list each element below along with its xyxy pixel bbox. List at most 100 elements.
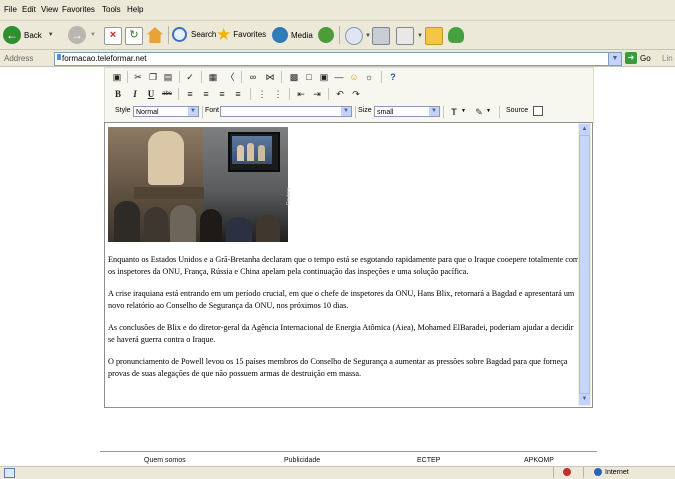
back-button[interactable]: ← Back ▼ — [3, 26, 54, 44]
font-dropdown-icon: ▼ — [341, 107, 351, 116]
folder-button[interactable] — [425, 27, 443, 45]
mail-icon — [345, 27, 363, 45]
align-center-icon[interactable]: ≡ — [200, 88, 212, 100]
refresh-button[interactable]: ↻ — [125, 27, 143, 45]
paste-icon[interactable]: ▤ — [162, 71, 174, 83]
messenger-button[interactable] — [448, 27, 464, 43]
justify-icon[interactable]: ≡ — [232, 88, 244, 100]
redo-icon[interactable]: ↷ — [350, 88, 362, 100]
zone-label: Internet — [605, 469, 629, 476]
menu-bar: File Edit View Favorites Tools Help — [0, 0, 675, 21]
spellcheck-icon[interactable]: ✓ — [184, 71, 196, 83]
italic-icon[interactable]: I — [129, 88, 141, 100]
link-icon[interactable]: ∞ — [247, 71, 259, 83]
text-color-dropdown-icon[interactable]: ▼ — [461, 108, 466, 114]
save-icon[interactable]: ▣ — [111, 71, 123, 83]
help-icon[interactable]: ? — [387, 71, 399, 83]
form-icon[interactable]: ▣ — [318, 71, 330, 83]
back-label: Back — [24, 30, 42, 40]
copy-icon[interactable]: ❐ — [147, 71, 159, 83]
image-icon[interactable]: ▩ — [288, 71, 300, 83]
status-divider — [583, 467, 584, 478]
standard-toolbar — [0, 21, 675, 50]
media-label: Media — [291, 30, 313, 40]
footer-link-publicidade[interactable]: Publicidade — [284, 457, 320, 464]
footer-link-ectep[interactable]: ECTEP — [417, 457, 440, 464]
strikethrough-icon[interactable]: abc — [161, 88, 173, 100]
align-right-icon[interactable]: ≡ — [216, 88, 228, 100]
size-label: Size — [358, 107, 372, 114]
unlink-icon[interactable]: ⋈ — [264, 71, 276, 83]
favorites-star-icon: ★ — [216, 25, 232, 44]
article-paragraph: A crise iraquiana está entrando em um pe… — [108, 289, 575, 310]
background-color-icon[interactable]: ✎ — [473, 106, 485, 118]
menu-file[interactable]: File — [4, 5, 17, 14]
media-button[interactable]: Media — [272, 27, 313, 43]
indent-icon[interactable]: ⇥ — [311, 88, 323, 100]
insert-table-icon[interactable]: □ — [303, 71, 315, 83]
toolbar-divider — [443, 106, 444, 118]
menu-help[interactable]: Help — [127, 5, 143, 14]
favorites-label: Favorites — [233, 30, 267, 39]
eraser-icon[interactable]: 〈 — [224, 71, 236, 83]
toolbar-divider — [355, 106, 356, 118]
toolbar-divider — [289, 88, 290, 100]
internet-zone-icon — [594, 468, 602, 476]
size-select[interactable]: small ▼ — [374, 106, 440, 117]
outdent-icon[interactable]: ⇤ — [295, 88, 307, 100]
search-label: Search — [191, 30, 217, 39]
bullet-list-icon[interactable]: ⋮ — [272, 88, 284, 100]
go-icon[interactable]: ➜ — [625, 52, 637, 64]
toolbar-divider — [201, 71, 202, 83]
toolbar-divider — [202, 106, 203, 118]
search-button[interactable]: Search — [172, 27, 216, 42]
special-char-icon[interactable]: ☼ — [363, 71, 375, 83]
footer-link-quem-somos[interactable]: Quem somos — [144, 457, 186, 464]
print-button[interactable] — [372, 27, 390, 45]
scroll-up-icon[interactable]: ▲ — [579, 124, 590, 135]
go-label[interactable]: Go — [640, 54, 651, 63]
toolbar-divider — [381, 71, 382, 83]
scroll-down-icon[interactable]: ▼ — [579, 394, 590, 405]
table-icon[interactable]: ▦ — [207, 71, 219, 83]
menu-edit[interactable]: Edit — [22, 5, 36, 14]
smiley-icon[interactable]: ☺ — [348, 71, 360, 83]
refresh-icon: ↻ — [125, 27, 143, 45]
horizontal-rule-icon[interactable]: — — [333, 71, 345, 83]
menu-view[interactable]: View — [41, 5, 58, 14]
bold-icon[interactable]: B — [112, 88, 124, 100]
edit-button[interactable]: ▼ — [396, 27, 423, 45]
style-select[interactable]: Normal ▼ — [133, 106, 199, 117]
photo-credit: Reuters — [286, 187, 292, 205]
cut-icon[interactable]: ✂ — [132, 71, 144, 83]
align-left-icon[interactable]: ≡ — [184, 88, 196, 100]
article-paragraph: O pronunciamento de Powell levou os 15 p… — [108, 357, 568, 378]
stop-icon: × — [104, 27, 122, 45]
font-select[interactable]: ▼ — [220, 106, 352, 117]
text-color-icon[interactable]: T — [448, 106, 460, 118]
toolbar-divider — [339, 26, 340, 44]
scrollbar-thumb[interactable] — [579, 135, 590, 394]
print-icon — [372, 27, 390, 45]
stop-button[interactable]: × — [104, 27, 122, 45]
home-button[interactable] — [147, 27, 163, 43]
background-color-dropdown-icon[interactable]: ▼ — [486, 108, 491, 114]
history-button[interactable] — [318, 27, 334, 43]
history-icon — [318, 27, 334, 43]
links-label[interactable]: Lin — [662, 54, 673, 63]
menu-favorites[interactable]: Favorites — [62, 5, 95, 14]
mail-button[interactable]: ▼ — [345, 27, 371, 45]
page-icon — [57, 54, 61, 60]
menu-tools[interactable]: Tools — [102, 5, 121, 14]
numbered-list-icon[interactable]: ⋮ — [256, 88, 268, 100]
address-dropdown-icon[interactable]: ▼ — [608, 52, 622, 66]
favorites-button[interactable]: ★ Favorites — [216, 26, 266, 43]
footer-divider — [100, 451, 597, 452]
toolbar-divider — [281, 71, 282, 83]
forward-button[interactable]: → ▼ — [68, 26, 96, 44]
source-checkbox[interactable] — [533, 106, 543, 116]
underline-icon[interactable]: U — [145, 88, 157, 100]
footer-link-apkomp[interactable]: APKOMP — [524, 457, 554, 464]
mail-dropdown-icon: ▼ — [365, 33, 371, 39]
undo-icon[interactable]: ↶ — [334, 88, 346, 100]
